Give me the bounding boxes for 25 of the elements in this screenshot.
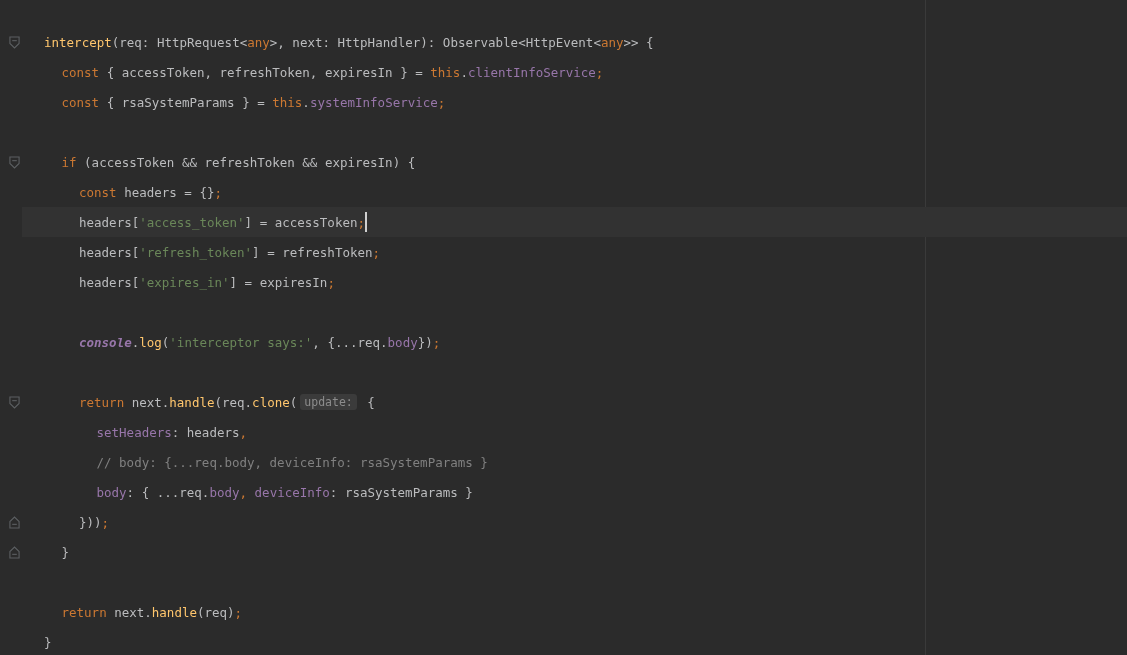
code-text: })); bbox=[79, 514, 110, 530]
fold-marker-icon[interactable] bbox=[9, 35, 20, 49]
code-text: console.log('interceptor says:', {...req.body}); bbox=[79, 334, 441, 350]
code-text: const { accessToken, refreshToken, expiresIn } = this.clientInfoService; bbox=[61, 64, 604, 80]
fold-marker-icon[interactable] bbox=[9, 545, 20, 559]
code-text: return next.handle(req); bbox=[61, 604, 243, 620]
text-cursor bbox=[365, 212, 367, 232]
code-text: body: { ...req.body, deviceInfo: rsaSystemParams } bbox=[96, 484, 473, 500]
code-text: headers['refresh_token'] = refreshToken; bbox=[79, 244, 381, 260]
code-text: setHeaders: headers, bbox=[96, 424, 248, 440]
code-text: if (accessToken && refreshToken && expiresIn) { bbox=[61, 154, 416, 170]
code-text: return next.handle(req.clone( bbox=[79, 394, 298, 410]
code-text: } bbox=[61, 544, 70, 560]
inlay-hint: update: bbox=[300, 394, 357, 410]
code-text: const headers = {}; bbox=[79, 184, 222, 200]
code-text: headers['access_token'] = accessToken; bbox=[79, 214, 365, 230]
code-text: headers['expires_in'] = expiresIn; bbox=[79, 274, 335, 290]
fold-marker-icon[interactable] bbox=[9, 515, 20, 529]
code-text: const { rsaSystemParams } = this.systemInfoService; bbox=[61, 94, 446, 110]
code-text: // body: {...req.body, deviceInfo: rsaSystemParams } bbox=[96, 454, 488, 470]
fold-marker-icon[interactable] bbox=[9, 155, 20, 169]
code-text: intercept(req: HttpRequest<any>, next: HttpHandler): Observable<HttpEvent<any>> { bbox=[44, 34, 654, 50]
fold-marker-icon[interactable] bbox=[9, 395, 20, 409]
code-text: { bbox=[366, 394, 375, 410]
code-text: } bbox=[44, 634, 52, 650]
